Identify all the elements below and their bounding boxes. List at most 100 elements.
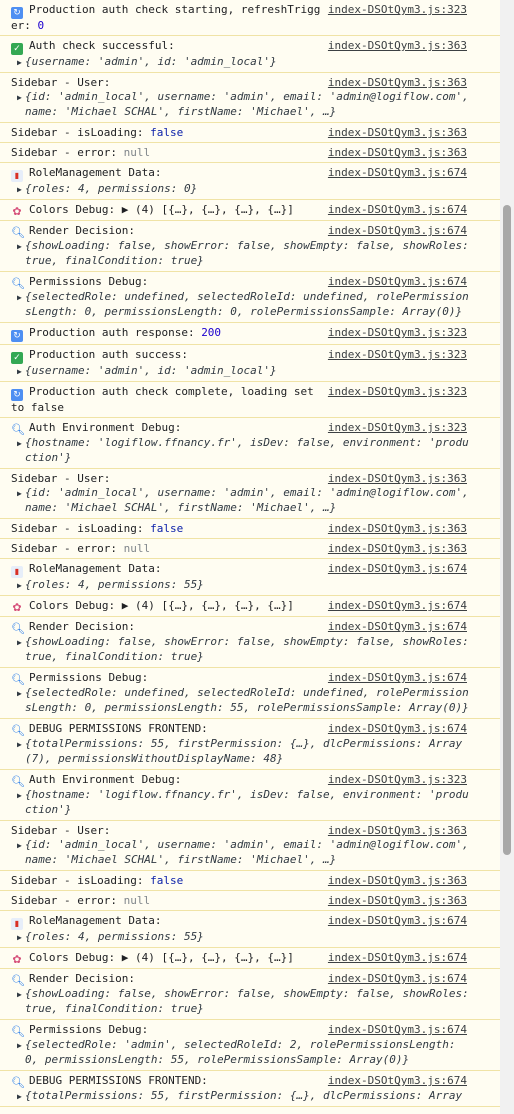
object-preview[interactable]: ▶ {showLoading: false, showError: false, …	[0, 987, 500, 1002]
source-link[interactable]: index-DSOtQym3.js:323	[328, 348, 500, 362]
scrollbar[interactable]	[500, 0, 514, 1114]
entry-message: Sidebar - error: null	[0, 542, 150, 556]
entry-message: ↻ Production auth response: 200	[0, 326, 221, 342]
source-link[interactable]: index-DSOtQym3.js:674	[328, 1023, 500, 1037]
expand-triangle-icon[interactable]: ▶	[17, 437, 25, 451]
object-preview[interactable]: ▶ {id: 'admin_local', username: 'admin', …	[0, 90, 500, 105]
source-link[interactable]: index-DSOtQym3.js:363	[328, 472, 500, 486]
entry-row: 🔍︎ Permissions Debug: index-DSOtQym3.js:67…	[0, 1023, 500, 1038]
source-link[interactable]: index-DSOtQym3.js:363	[328, 874, 500, 888]
object-preview-text: {roles: 4, permissions: 55}	[25, 578, 204, 591]
source-link[interactable]: index-DSOtQym3.js:674	[328, 951, 500, 965]
object-preview[interactable]: ▶ {hostname: 'logiflow.ffnancy.fr', isDev…	[0, 788, 500, 803]
source-link[interactable]: index-DSOtQym3.js:674	[328, 620, 500, 634]
console-entry: 🔍︎ DEBUG PERMISSIONS FRONTEND: index-DSOtQ…	[0, 719, 500, 770]
expandable-array[interactable]: ▶ (4) [{…}, {…}, {…}, {…}]	[122, 203, 294, 216]
entry-row: ✓ Auth check successful: index-DSOtQym3.js…	[0, 39, 500, 55]
object-preview[interactable]: ▶ {totalPermissions: 55, firstPermission:…	[0, 737, 500, 752]
expand-triangle-icon[interactable]: ▶	[17, 636, 25, 650]
message-text: RoleManagement Data:	[29, 914, 162, 927]
expand-triangle-icon[interactable]: ▶	[17, 988, 25, 1002]
message-text: Colors Debug:	[29, 951, 122, 964]
expand-triangle-icon[interactable]: ▶	[17, 240, 25, 254]
object-preview-text: name: 'Michael SCHAL', firstName: 'Micha…	[25, 501, 337, 514]
object-preview[interactable]: ▶ {roles: 4, permissions: 55}	[0, 930, 500, 945]
expand-triangle-icon[interactable]: ▶	[17, 839, 25, 853]
source-link[interactable]: index-DSOtQym3.js:363	[328, 824, 500, 838]
source-link[interactable]: index-DSOtQym3.js:674	[328, 166, 500, 180]
expand-triangle-icon[interactable]: ▶	[17, 687, 25, 701]
source-link[interactable]: index-DSOtQym3.js:363	[328, 76, 500, 90]
source-link[interactable]: index-DSOtQym3.js:674	[328, 203, 500, 217]
object-preview-text: {hostname: 'logiflow.ffnancy.fr', isDev:…	[25, 788, 469, 801]
expand-triangle-icon[interactable]: ▶	[17, 789, 25, 803]
source-link[interactable]: index-DSOtQym3.js:674	[328, 1074, 500, 1088]
source-link[interactable]: index-DSOtQym3.js:674	[328, 599, 500, 613]
expand-triangle-icon[interactable]: ▶	[17, 365, 25, 379]
source-link[interactable]: index-DSOtQym3.js:323	[328, 385, 500, 399]
console-entry: 🔍︎ Render Decision: index-DSOtQym3.js:674 ▶…	[0, 969, 500, 1020]
source-link[interactable]: index-DSOtQym3.js:323	[328, 3, 500, 17]
source-link[interactable]: index-DSOtQym3.js:674	[328, 671, 500, 685]
expandable-array[interactable]: ▶ (4) [{…}, {…}, {…}, {…}]	[122, 599, 294, 612]
entry-message: ▮ RoleManagement Data:	[0, 166, 161, 182]
object-preview[interactable]: ▶ {showLoading: false, showError: false, …	[0, 239, 500, 254]
object-preview[interactable]: ▶ {selectedRole: undefined, selectedRoleI…	[0, 686, 500, 701]
expand-triangle-icon[interactable]: ▶	[17, 738, 25, 752]
entry-row: 🔍︎ DEBUG PERMISSIONS FRONTEND: index-DSOtQ…	[0, 1074, 500, 1089]
object-preview[interactable]: ▶ {id: 'admin_local', username: 'admin', …	[0, 486, 500, 501]
expand-triangle-icon[interactable]: ▶	[17, 487, 25, 501]
source-link[interactable]: index-DSOtQym3.js:363	[328, 146, 500, 160]
expand-triangle-icon[interactable]: ▶	[17, 1039, 25, 1053]
message-text: Render Decision:	[29, 972, 135, 985]
source-link[interactable]: index-DSOtQym3.js:674	[328, 914, 500, 928]
object-preview[interactable]: ▶ {showLoading: false, showError: false, …	[0, 635, 500, 650]
source-link[interactable]: index-DSOtQym3.js:363	[328, 126, 500, 140]
console-entry: Sidebar - error: null index-DSOtQym3.js:3…	[0, 891, 500, 911]
object-preview: true, finalCondition: true}	[0, 1002, 500, 1017]
expandable-array[interactable]: ▶ (4) [{…}, {…}, {…}, {…}]	[122, 951, 294, 964]
source-link[interactable]: index-DSOtQym3.js:674	[328, 275, 500, 289]
palette-icon: ✿	[12, 205, 22, 218]
expand-triangle-icon[interactable]: ▶	[17, 1090, 25, 1104]
object-preview: sLength: 0, permissionsLength: 0, rolePe…	[0, 305, 500, 320]
object-preview[interactable]: ▶ {hostname: 'logiflow.ffnancy.fr', isDev…	[0, 436, 500, 451]
object-preview[interactable]: ▶ {roles: 4, permissions: 0}	[0, 182, 500, 197]
entry-message: Sidebar - User:	[0, 76, 110, 90]
object-preview[interactable]: ▶ {selectedRole: undefined, selectedRoleI…	[0, 290, 500, 305]
object-preview[interactable]: ▶ {totalPermissions: 55, firstPermission:…	[0, 1089, 500, 1104]
source-link[interactable]: index-DSOtQym3.js:363	[328, 894, 500, 908]
object-preview-text: {showLoading: false, showError: false, s…	[25, 987, 469, 1000]
expand-triangle-icon[interactable]: ▶	[17, 931, 25, 945]
object-preview[interactable]: ▶ {selectedRole: 'admin', selectedRoleId:…	[0, 1038, 500, 1053]
scroll-thumb[interactable]	[503, 205, 511, 855]
object-preview[interactable]: ▶ {username: 'admin', id: 'admin_local'}	[0, 55, 500, 70]
source-link[interactable]: index-DSOtQym3.js:363	[328, 39, 500, 53]
expand-triangle-icon[interactable]: ▶	[17, 91, 25, 105]
object-preview[interactable]: ▶ {roles: 4, permissions: 55}	[0, 578, 500, 593]
message-text: Sidebar - error:	[11, 894, 124, 907]
source-link[interactable]: index-DSOtQym3.js:323	[328, 773, 500, 787]
source-link[interactable]: index-DSOtQym3.js:363	[328, 542, 500, 556]
source-link[interactable]: index-DSOtQym3.js:323	[328, 421, 500, 435]
object-preview[interactable]: ▶ {username: 'admin', id: 'admin_local'}	[0, 364, 500, 379]
source-link[interactable]: index-DSOtQym3.js:674	[328, 562, 500, 576]
entry-row: 🔍︎ Auth Environment Debug: index-DSOtQym3.…	[0, 421, 500, 436]
source-link[interactable]: index-DSOtQym3.js:674	[328, 972, 500, 986]
expand-triangle-icon[interactable]: ▶	[17, 579, 25, 593]
message-text: Sidebar - error:	[11, 146, 124, 159]
entry-message: ▮ RoleManagement Data:	[0, 562, 161, 578]
source-link[interactable]: index-DSOtQym3.js:323	[328, 326, 500, 340]
source-link[interactable]: index-DSOtQym3.js:674	[328, 722, 500, 736]
source-link[interactable]: index-DSOtQym3.js:363	[328, 522, 500, 536]
message-text: Sidebar - User:	[11, 76, 111, 89]
object-preview[interactable]: ▶ {id: 'admin_local', username: 'admin', …	[0, 838, 500, 853]
expand-triangle-icon[interactable]: ▶	[17, 183, 25, 197]
message-text: Production auth check starting, refreshT…	[11, 3, 321, 32]
console-entry: 🔍︎ Permissions Debug: index-DSOtQym3.js:67…	[0, 272, 500, 323]
expand-triangle-icon[interactable]: ▶	[17, 56, 25, 70]
source-link[interactable]: index-DSOtQym3.js:674	[328, 224, 500, 238]
expand-triangle-icon[interactable]: ▶	[17, 291, 25, 305]
